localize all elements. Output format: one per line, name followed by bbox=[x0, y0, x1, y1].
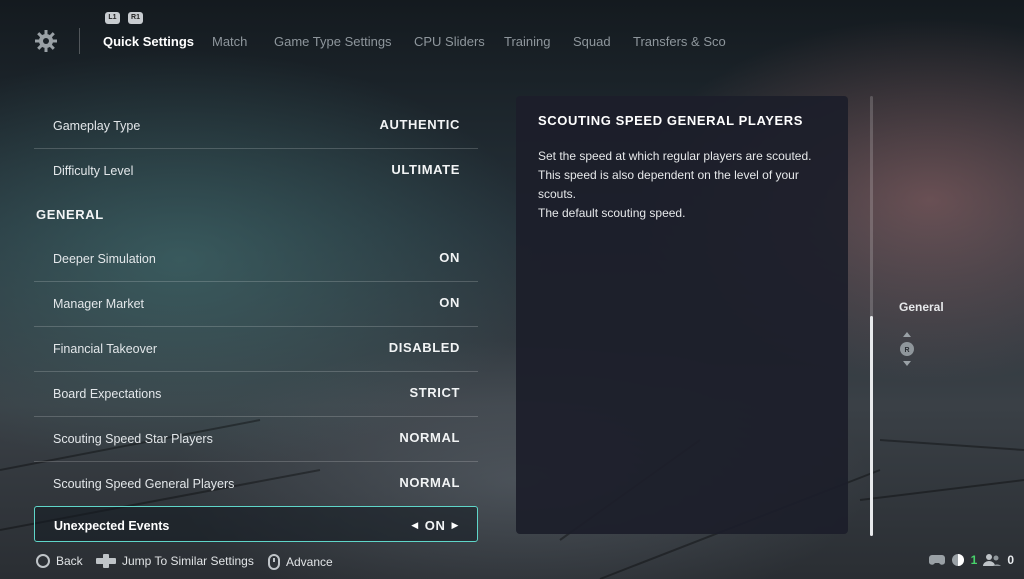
panel-description-text: Set the speed at which regular players a… bbox=[538, 149, 812, 201]
gear-icon[interactable] bbox=[34, 29, 58, 53]
tab-match[interactable]: Match bbox=[212, 34, 247, 49]
nav-divider bbox=[79, 28, 80, 54]
status-count-users: 0 bbox=[1007, 553, 1014, 567]
setting-value: ON bbox=[439, 250, 460, 265]
setting-label: Scouting Speed Star Players bbox=[53, 432, 213, 446]
section-jump-label: General bbox=[899, 300, 944, 314]
section-header-general: GENERAL bbox=[34, 193, 478, 237]
setting-value: STRICT bbox=[409, 385, 460, 400]
panel-description: Set the speed at which regular players a… bbox=[538, 147, 830, 223]
setting-label: Deeper Simulation bbox=[53, 252, 156, 266]
tab-game-type-settings[interactable]: Game Type Settings bbox=[274, 34, 392, 49]
footer-bar: Back Jump To Similar Settings Advance 1 bbox=[0, 548, 1024, 578]
setting-value: ON bbox=[439, 295, 460, 310]
setting-row-deeper-simulation[interactable]: Deeper Simulation ON bbox=[34, 237, 478, 282]
svg-text:R: R bbox=[904, 347, 909, 354]
setting-label: Unexpected Events bbox=[54, 519, 170, 533]
setting-label: Gameplay Type bbox=[53, 119, 141, 133]
scrollbar-thumb[interactable] bbox=[870, 316, 873, 536]
right-arrow-icon[interactable]: ▶ bbox=[451, 520, 459, 531]
settings-list: Gameplay Type AUTHENTIC Difficulty Level… bbox=[34, 104, 478, 542]
setting-label: Scouting Speed General Players bbox=[53, 477, 235, 491]
setting-label: Difficulty Level bbox=[53, 164, 134, 178]
setting-row-gameplay-type[interactable]: Gameplay Type AUTHENTIC bbox=[34, 104, 478, 149]
back-label: Back bbox=[56, 554, 83, 568]
advance-label: Advance bbox=[286, 555, 333, 569]
jump-label: Jump To Similar Settings bbox=[122, 554, 254, 568]
scrollbar-track[interactable] bbox=[870, 96, 873, 536]
status-indicators: 1 0 bbox=[928, 553, 1014, 567]
tab-quick-settings[interactable]: Quick Settings bbox=[103, 34, 194, 49]
user-group-icon bbox=[983, 554, 1002, 566]
setting-value: NORMAL bbox=[399, 430, 460, 445]
tab-training[interactable]: Training bbox=[504, 34, 550, 49]
back-button[interactable]: Back bbox=[36, 554, 83, 568]
setting-row-scouting-speed-star[interactable]: Scouting Speed Star Players NORMAL bbox=[34, 417, 478, 462]
panel-title: SCOUTING SPEED GENERAL PLAYERS bbox=[538, 113, 804, 128]
tab-transfers-scouting[interactable]: Transfers & Sco bbox=[633, 34, 726, 49]
setting-row-manager-market[interactable]: Manager Market ON bbox=[34, 282, 478, 327]
r1-bumper-icon: R1 bbox=[128, 12, 143, 24]
panel-default-note: The default scouting speed. bbox=[538, 206, 686, 220]
circle-button-icon bbox=[36, 554, 50, 568]
right-stick-icon[interactable]: R bbox=[898, 332, 916, 366]
setting-row-board-expectations[interactable]: Board Expectations STRICT bbox=[34, 372, 478, 417]
setting-row-unexpected-events[interactable]: Unexpected Events ◀ ON ▶ bbox=[34, 506, 478, 542]
top-navigation: L1 R1 Quick Settings Match Game Type Set… bbox=[0, 0, 1024, 70]
jump-to-similar-settings-button[interactable]: Jump To Similar Settings bbox=[96, 554, 254, 568]
setting-row-difficulty-level[interactable]: Difficulty Level ULTIMATE bbox=[34, 149, 478, 193]
touchpad-icon bbox=[268, 554, 280, 570]
setting-label: Board Expectations bbox=[53, 387, 162, 401]
advance-button[interactable]: Advance bbox=[268, 554, 333, 570]
setting-value-selector[interactable]: ◀ ON ▶ bbox=[411, 518, 459, 533]
description-panel: SCOUTING SPEED GENERAL PLAYERS Set the s… bbox=[516, 96, 848, 534]
tab-squad[interactable]: Squad bbox=[573, 34, 611, 49]
status-count-online: 1 bbox=[970, 553, 978, 567]
l1-bumper-icon: L1 bbox=[105, 12, 120, 24]
dpad-icon bbox=[96, 554, 116, 568]
setting-row-scouting-speed-general[interactable]: Scouting Speed General Players NORMAL bbox=[34, 462, 478, 506]
setting-label: Financial Takeover bbox=[53, 342, 157, 356]
left-arrow-icon[interactable]: ◀ bbox=[411, 520, 419, 531]
online-status-icon bbox=[951, 554, 964, 566]
setting-label: Manager Market bbox=[53, 297, 145, 311]
tab-cpu-sliders[interactable]: CPU Sliders bbox=[414, 34, 485, 49]
setting-value: NORMAL bbox=[399, 475, 460, 490]
setting-value: ON bbox=[424, 518, 446, 533]
setting-value: AUTHENTIC bbox=[379, 117, 460, 132]
setting-value: ULTIMATE bbox=[391, 162, 460, 177]
section-title: GENERAL bbox=[36, 207, 104, 222]
setting-row-financial-takeover[interactable]: Financial Takeover DISABLED bbox=[34, 327, 478, 372]
controller-icon bbox=[928, 555, 945, 565]
setting-value: DISABLED bbox=[388, 340, 460, 355]
